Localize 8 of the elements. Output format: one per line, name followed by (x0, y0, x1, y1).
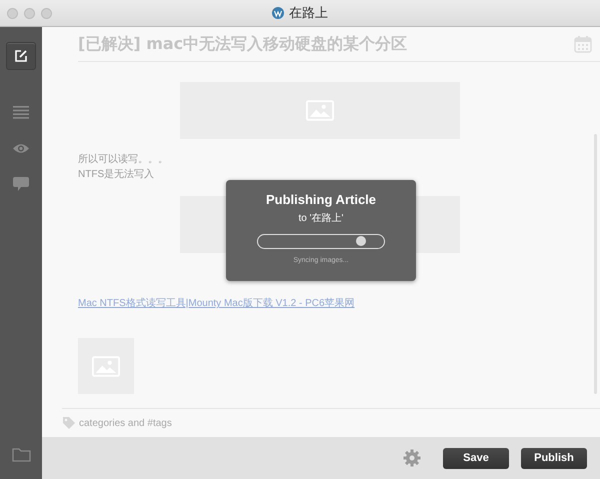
tags-field[interactable]: categories and #tags (79, 418, 279, 429)
action-button[interactable]: Publish (521, 448, 587, 468)
paragraph: NTFS是无法写入 (78, 168, 156, 182)
dialog-title: Publishing Article (266, 192, 376, 207)
paragraph: 所以可以读写。。。 (78, 152, 169, 168)
dialog-subtitle: to '在路上' (298, 212, 344, 225)
window-title: 在路上 (289, 4, 328, 22)
action-button[interactable]: Save (443, 448, 509, 468)
